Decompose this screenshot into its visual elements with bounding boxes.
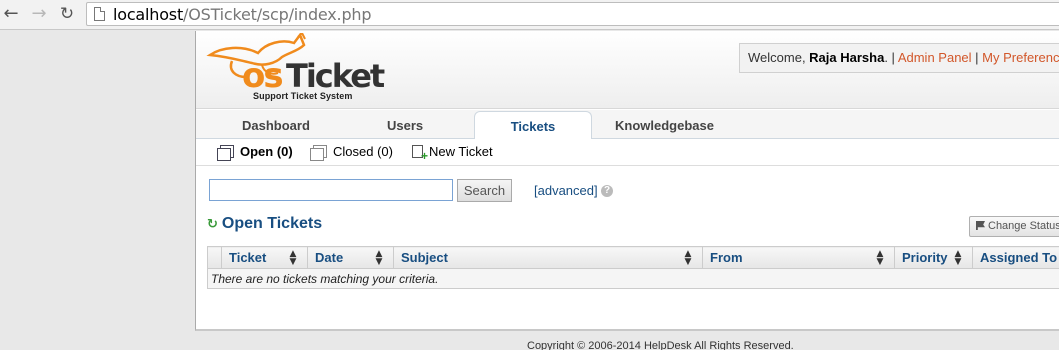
sort-icon: ▲ ▼ — [876, 249, 884, 267]
column-header-priority[interactable]: Priority ▲ ▼ — [894, 246, 973, 269]
select-column-header — [207, 246, 222, 269]
column-header-subject[interactable]: Subject ▲ ▼ — [393, 246, 703, 269]
column-label: Date — [315, 250, 344, 265]
separator: | — [971, 50, 983, 65]
table-row: There are no tickets matching your crite… — [207, 268, 1059, 289]
column-header-ticket[interactable]: Ticket ▲ ▼ — [221, 246, 308, 269]
column-header-from[interactable]: From ▲ ▼ — [702, 246, 895, 269]
open-tickets-link[interactable]: Open (0) — [217, 144, 293, 161]
tickets-icon — [217, 145, 234, 161]
column-label: Ticket — [229, 250, 267, 265]
my-preferences-link[interactable]: My Preferences — [982, 50, 1059, 65]
svg-text:os: os — [242, 56, 282, 93]
new-ticket-link[interactable]: New Ticket — [412, 144, 493, 162]
column-label: Subject — [401, 250, 448, 265]
refresh-icon[interactable]: ↻ — [207, 217, 218, 232]
new-ticket-icon — [412, 145, 428, 162]
flag-icon — [976, 221, 985, 230]
open-tickets-label: Open (0) — [240, 144, 293, 159]
tab-users[interactable]: Users — [387, 118, 423, 133]
new-ticket-label: New Ticket — [429, 144, 493, 159]
column-header-assigned-to[interactable]: Assigned To — [972, 246, 1059, 269]
column-header-date[interactable]: Date ▲ ▼ — [307, 246, 394, 269]
address-bar[interactable]: localhost/OSTicket/scp/index.php — [86, 2, 1059, 26]
closed-tickets-icon — [310, 145, 327, 161]
page-icon — [94, 7, 105, 21]
closed-tickets-label: Closed (0) — [333, 144, 393, 159]
kangaroo-logo-icon: os Ticket — [206, 31, 387, 96]
sort-icon: ▲ ▼ — [375, 249, 383, 267]
tickets-table: Ticket ▲ ▼ Date ▲ ▼ Subject ▲ ▼ From ▲ ▼ Priorit… — [207, 246, 1059, 289]
footer-copyright: Copyright © 2006-2014 HelpDesk All Right… — [527, 340, 794, 350]
welcome-suffix: . | — [884, 50, 898, 65]
tab-dashboard[interactable]: Dashboard — [242, 118, 310, 133]
section-title-label: Open Tickets — [221, 215, 323, 232]
forward-arrow-icon[interactable]: → — [28, 3, 50, 25]
osticket-logo[interactable]: os Ticket Support Ticket System — [202, 31, 392, 105]
change-status-label: Change Status — [988, 220, 1059, 232]
search-input[interactable] — [209, 179, 453, 201]
advanced-search-link[interactable]: [advanced] — [534, 183, 598, 198]
ticket-subnav: Open (0) Closed (0) New Ticket — [196, 139, 1059, 166]
svg-text:Ticket: Ticket — [286, 57, 385, 93]
tab-tickets[interactable]: Tickets — [474, 111, 592, 140]
main-tabs: Dashboard Users Tickets Knowledgebase — [196, 110, 1059, 140]
change-status-button[interactable]: Change Status — [969, 216, 1059, 237]
column-label: Priority — [902, 250, 948, 265]
header: os Ticket Support Ticket System Welcome,… — [196, 31, 1059, 109]
search-button[interactable]: Search — [457, 179, 512, 202]
sort-icon: ▲ ▼ — [289, 249, 297, 267]
empty-message: There are no tickets matching your crite… — [207, 268, 1059, 289]
sort-icon: ▲ ▼ — [954, 249, 962, 267]
url-text: localhost/OSTicket/scp/index.php — [113, 5, 372, 24]
table-header-row: Ticket ▲ ▼ Date ▲ ▼ Subject ▲ ▼ From ▲ ▼ Priorit… — [207, 246, 1059, 269]
sort-icon: ▲ ▼ — [684, 249, 692, 267]
welcome-bar: Welcome, Raja Harsha. | Admin Panel | My… — [739, 43, 1059, 73]
welcome-prefix: Welcome, — [748, 50, 810, 65]
closed-tickets-link[interactable]: Closed (0) — [310, 144, 393, 161]
reload-icon[interactable]: ↻ — [56, 3, 78, 25]
page-container: os Ticket Support Ticket System Welcome,… — [195, 31, 1059, 331]
column-label: From — [710, 250, 743, 265]
user-name: Raja Harsha — [809, 50, 885, 65]
admin-panel-link[interactable]: Admin Panel — [898, 50, 972, 65]
logo-subtitle: Support Ticket System — [253, 91, 353, 101]
back-arrow-icon[interactable]: ← — [0, 3, 22, 25]
column-label: Assigned To — [980, 250, 1058, 265]
tab-knowledgebase[interactable]: Knowledgebase — [615, 118, 714, 133]
browser-toolbar: ← → ↻ localhost/OSTicket/scp/index.php — [0, 0, 1059, 30]
help-icon[interactable]: ? — [601, 185, 613, 197]
page-title: ↻ Open Tickets — [207, 215, 322, 233]
